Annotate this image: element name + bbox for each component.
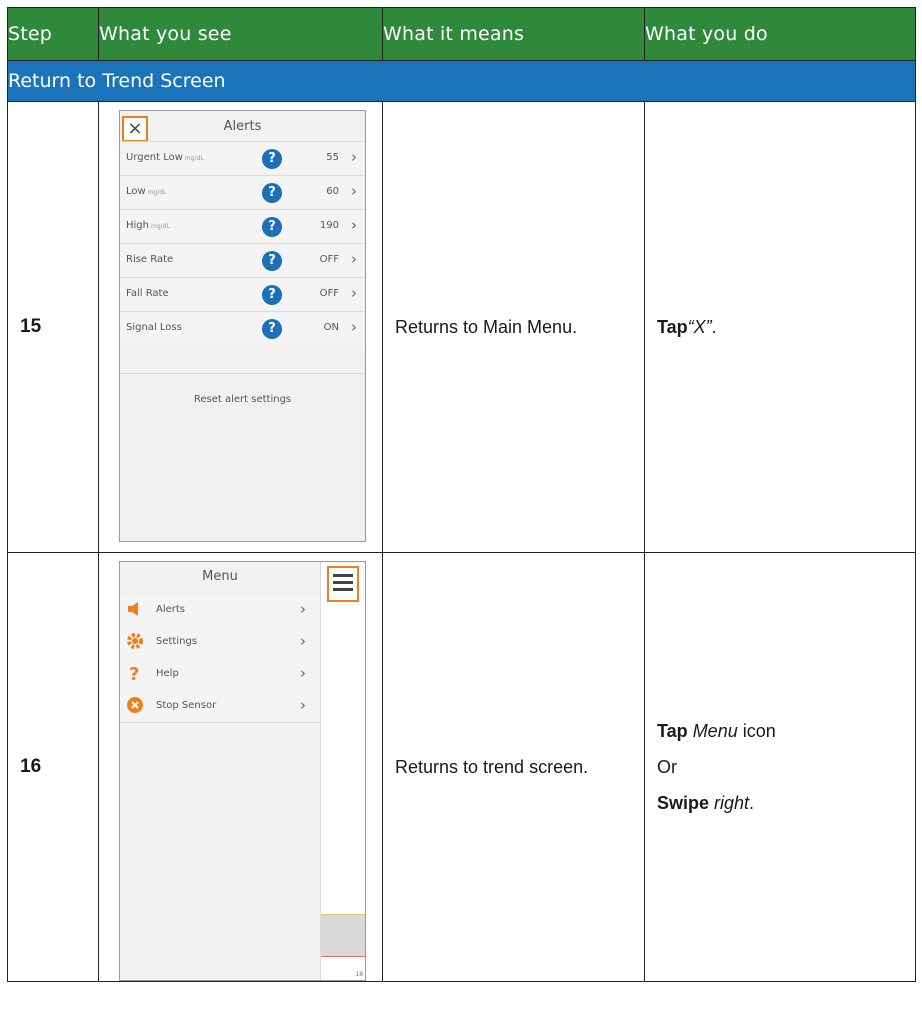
meaning-text: Returns to trend screen. (382, 552, 645, 982)
alerts-header: × Alerts (120, 111, 365, 142)
alert-row[interactable]: Rise Rate? OFF › (120, 243, 365, 277)
menu-screen: 18 Menu Alerts › Settings ›? Help › Stop Senso… (119, 561, 366, 981)
chevron-right-icon: › (300, 696, 306, 714)
menu-title: Menu (202, 569, 238, 584)
action-end: . (711, 317, 717, 337)
gear-icon (126, 632, 144, 650)
action-line-2: Or (657, 757, 677, 777)
instruction-table: Step What you see What it means What you… (7, 7, 916, 982)
help-icon[interactable]: ? (262, 183, 282, 203)
alert-label: Low mg/dL (126, 186, 167, 197)
help-icon[interactable]: ? (262, 217, 282, 237)
menu-list: Alerts › Settings ›? Help › Stop Sensor › (120, 594, 320, 723)
menu-item-settings[interactable]: Settings › (120, 626, 320, 658)
action-line-3: Swipe right. (657, 793, 755, 813)
screenshot-cell: 18 Menu Alerts › Settings ›? Help › Stop Senso… (98, 552, 383, 982)
step-row-16: 16 18 Menu Alerts › Settings ›? Help › Stop Se… (7, 552, 916, 982)
reset-alert-settings[interactable]: Reset alert settings (120, 373, 365, 405)
menu-item-label: Stop Sensor (156, 700, 217, 711)
menu-item-alerts[interactable]: Alerts › (120, 594, 320, 626)
action-text: Tap Menu icon Or Swipe right. (644, 552, 916, 982)
alert-value: 55 (326, 152, 339, 163)
header-row: Step What you see What it means What you… (7, 7, 916, 61)
action-line-1: Tap Menu icon (657, 721, 776, 741)
menu-item-label: Alerts (156, 604, 186, 615)
stop-icon (126, 696, 144, 714)
header-what-you-do: What you do (644, 7, 916, 61)
header-what-it-means: What it means (382, 7, 645, 61)
step-number: 15 (7, 101, 99, 553)
target-range-band (321, 914, 365, 956)
alert-row[interactable]: Fall Rate? OFF › (120, 277, 365, 311)
action-text: Tap“X”. (644, 101, 916, 553)
alert-value: 190 (319, 220, 339, 231)
help-icon[interactable]: ? (262, 149, 282, 169)
alert-list: Urgent Low mg/dL? 55 › Low mg/dL? 60 › High mg/dL… (120, 141, 365, 345)
menu-item-stop-sensor[interactable]: Stop Sensor › (120, 690, 320, 723)
step-row-15: 15 × Alerts Urgent Low mg/dL? 55 › Low mg/dL?… (7, 101, 916, 553)
chevron-right-icon: › (300, 664, 306, 682)
alert-row[interactable]: Signal Loss? ON › (120, 311, 365, 345)
alert-label: Signal Loss (126, 322, 182, 333)
chevron-right-icon: › (351, 182, 357, 200)
menu-panel: Menu Alerts › Settings ›? Help › Stop Sensor › (120, 562, 321, 980)
menu-item-label: Help (156, 668, 179, 679)
alerts-title: Alerts (223, 119, 262, 134)
chevron-right-icon: › (300, 600, 306, 618)
alerts-screen: × Alerts Urgent Low mg/dL? 55 › Low mg/dL? 60 ›… (119, 110, 366, 542)
step-number: 16 (7, 552, 99, 982)
header-what-you-see: What you see (98, 7, 383, 61)
chevron-right-icon: › (351, 318, 357, 336)
alert-label: Urgent Low mg/dL (126, 152, 204, 163)
section-title: Return to Trend Screen (7, 60, 916, 102)
speaker-icon (126, 600, 144, 618)
high-line (321, 914, 365, 915)
alert-row[interactable]: High mg/dL? 190 › (120, 209, 365, 243)
alert-label: Fall Rate (126, 288, 169, 299)
low-line (321, 956, 365, 957)
alert-value: ON (323, 322, 339, 333)
axis-tick: 18 (355, 971, 363, 978)
header-step: Step (7, 7, 99, 61)
menu-item-label: Settings (156, 636, 198, 647)
chevron-right-icon: › (300, 632, 306, 650)
help-icon[interactable]: ? (262, 319, 282, 339)
svg-text:?: ? (129, 664, 139, 682)
chevron-right-icon: › (351, 250, 357, 268)
menu-icon[interactable] (327, 566, 359, 602)
alert-label: High mg/dL (126, 220, 170, 231)
menu-item-help[interactable]: ? Help › (120, 658, 320, 690)
screenshot-cell: × Alerts Urgent Low mg/dL? 55 › Low mg/dL? 60 ›… (98, 101, 383, 553)
alert-row[interactable]: Urgent Low mg/dL? 55 › (120, 141, 365, 175)
meaning-text: Returns to Main Menu. (382, 101, 645, 553)
alert-value: 60 (326, 186, 339, 197)
help-icon[interactable]: ? (262, 285, 282, 305)
alert-row[interactable]: Low mg/dL? 60 › (120, 175, 365, 209)
chevron-right-icon: › (351, 216, 357, 234)
alert-value: OFF (319, 288, 339, 299)
action-verb: Tap (657, 317, 688, 337)
section-row: Return to Trend Screen (7, 60, 916, 102)
help-icon[interactable]: ? (262, 251, 282, 271)
chevron-right-icon: › (351, 148, 357, 166)
action-target: “X” (687, 317, 712, 337)
question-icon: ? (126, 664, 144, 685)
alert-value: OFF (319, 254, 339, 265)
chevron-right-icon: › (351, 284, 357, 302)
alert-label: Rise Rate (126, 254, 174, 265)
